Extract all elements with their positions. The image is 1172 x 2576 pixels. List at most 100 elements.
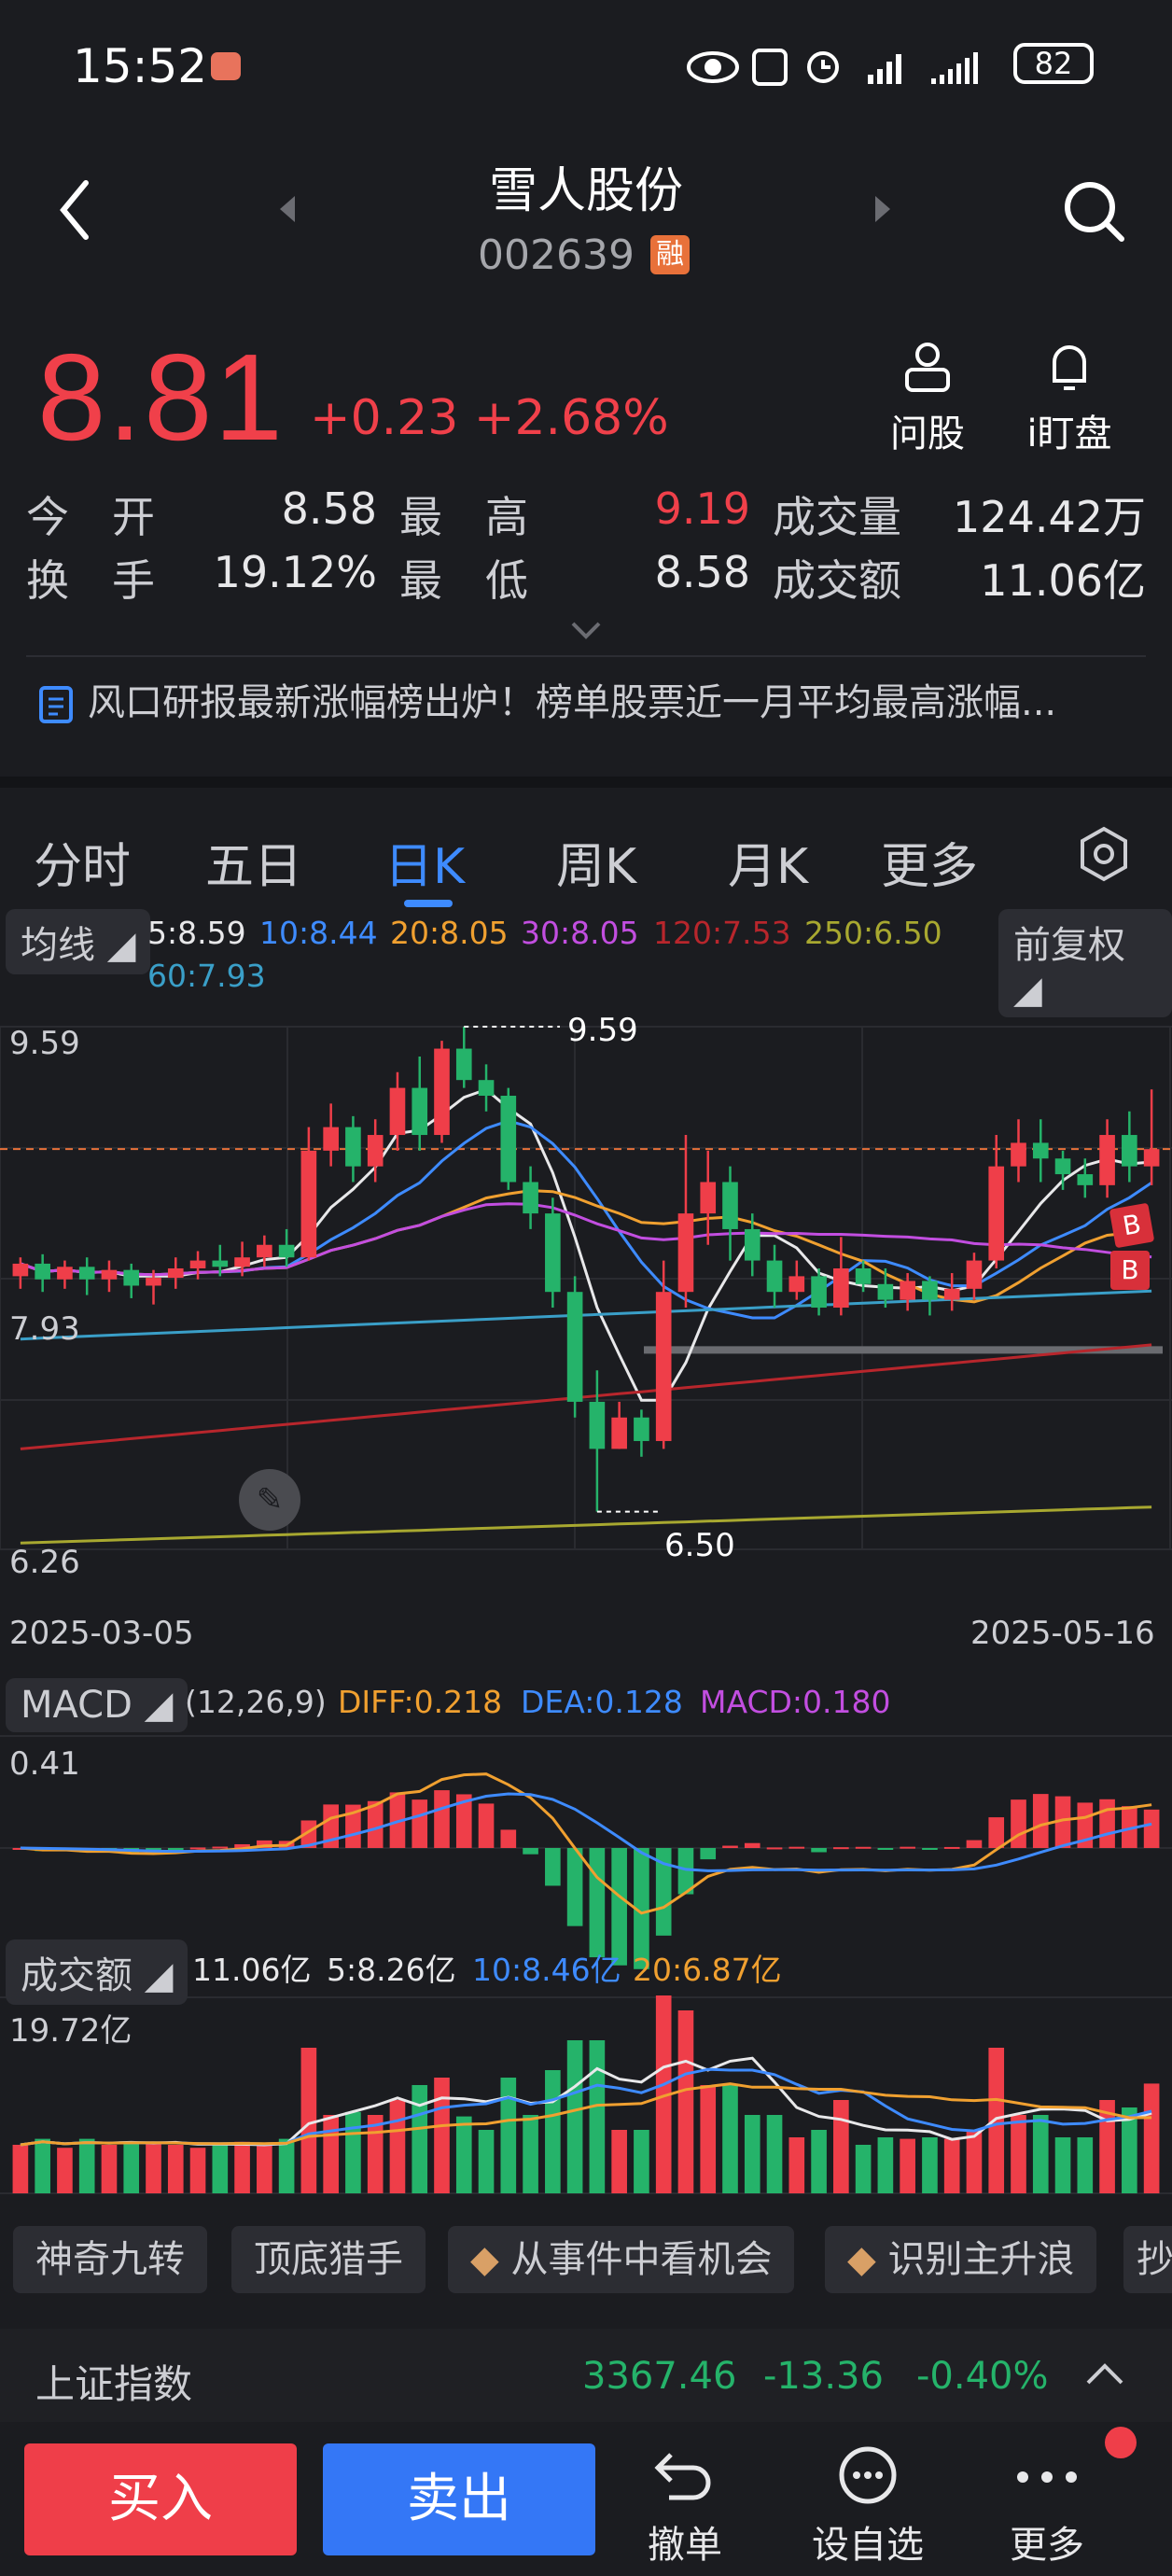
chat-icon <box>839 2446 897 2504</box>
volume-bar <box>189 2148 206 2193</box>
candle <box>12 1263 29 1277</box>
ask-stock-button[interactable]: 问股 <box>872 338 984 457</box>
candle <box>278 1244 295 1258</box>
tab-more[interactable]: 更多 <box>881 827 978 897</box>
candle <box>167 1267 184 1279</box>
candle <box>722 1182 738 1229</box>
bottom-bar: 买入 卖出 撤单 设自选 更多 <box>0 2427 1172 2576</box>
candle <box>700 1182 717 1214</box>
volume-bar <box>700 2085 717 2193</box>
candle <box>655 1292 672 1441</box>
ma-menu[interactable]: 均线 ◢ <box>6 909 151 974</box>
candle <box>1143 1149 1160 1167</box>
candle <box>811 1276 827 1309</box>
volume-menu[interactable]: 成交额 ◢ <box>6 1939 188 2005</box>
candle <box>1032 1142 1049 1159</box>
index-change: -13.36 <box>763 2355 884 2398</box>
volume-ma20: 20:6.87亿 <box>633 1952 782 1988</box>
volume-label: 成交量 <box>773 492 901 542</box>
volume-bar <box>811 2130 827 2193</box>
ma60-value: 60:7.93 <box>147 958 266 994</box>
volume-bar <box>345 2111 361 2193</box>
macd-bar <box>744 1842 760 1848</box>
low-value: 8.58 <box>654 547 750 597</box>
volume-bar <box>455 2116 472 2193</box>
cancel-order-button[interactable]: 撤单 <box>610 2445 760 2569</box>
buy-marker[interactable]: B <box>1110 1251 1150 1290</box>
macd-bar <box>988 1817 1005 1848</box>
buy-marker[interactable]: B <box>1109 1202 1155 1249</box>
high-label: 最 高 <box>399 492 528 542</box>
index-value: 3367.46 <box>582 2355 737 2398</box>
func-top-bottom[interactable]: 顶底猎手 <box>231 2226 426 2293</box>
volume-current: 11.06亿 <box>192 1952 312 1988</box>
search-icon[interactable] <box>1062 179 1127 245</box>
candle <box>855 1267 872 1284</box>
macd-bar <box>922 1848 938 1850</box>
draw-tool-icon[interactable]: ✎ <box>239 1469 300 1531</box>
tab-five-day[interactable]: 五日 <box>205 827 302 897</box>
more-button[interactable]: 更多 <box>972 2445 1122 2569</box>
tab-daily-k[interactable]: 日K <box>384 827 465 897</box>
volume-bar <box>1011 2115 1026 2193</box>
func-main-wave[interactable]: ◆ 识别主升浪 <box>825 2226 1097 2293</box>
macd-menu[interactable]: MACD ◢ <box>6 1678 188 1732</box>
volume-bar <box>478 2130 495 2193</box>
k-ymin-label: 6.26 <box>9 1544 80 1581</box>
volume-bar <box>434 2078 450 2193</box>
volume-ma5: 5:8.26亿 <box>327 1952 456 1988</box>
func-more[interactable]: 抄 <box>1123 2226 1172 2293</box>
volume-bar <box>78 2138 95 2193</box>
candle <box>1011 1142 1026 1167</box>
candle <box>367 1135 384 1167</box>
volume-bar <box>788 2137 805 2193</box>
expand-icon[interactable] <box>567 616 605 644</box>
candle <box>1099 1135 1115 1185</box>
macd-params: (12,26,9) <box>185 1684 327 1720</box>
add-watchlist-button[interactable]: 设自选 <box>793 2445 942 2569</box>
volume-bar <box>35 2138 50 2193</box>
candle <box>988 1166 1005 1261</box>
candle <box>500 1095 517 1183</box>
chart-area[interactable]: 9.59 7.93 6.26 9.59 6.50 2025-03-05 2025… <box>0 1008 1172 2203</box>
date-start: 2025-03-05 <box>9 1615 194 1652</box>
settings-icon[interactable] <box>1073 823 1135 885</box>
macd-bar <box>523 1848 538 1855</box>
buy-button[interactable]: 买入 <box>24 2443 297 2555</box>
func-event[interactable]: ◆ 从事件中看机会 <box>448 2226 795 2293</box>
macd-bar <box>855 1846 872 1849</box>
tab-monthly-k[interactable]: 月K <box>728 827 808 897</box>
kline-chart[interactable] <box>0 1008 1172 2203</box>
tab-intraday[interactable]: 分时 <box>34 827 131 897</box>
func-nine-turn[interactable]: 神奇九转 <box>13 2226 207 2293</box>
macd-dea: DEA:0.128 <box>521 1684 683 1720</box>
candle <box>101 1269 118 1280</box>
candle <box>345 1127 361 1167</box>
watch-button[interactable]: i盯盘 <box>1013 338 1125 457</box>
ma20-value: 20:8.05 <box>390 915 509 951</box>
news-ticker[interactable]: 风口研报最新涨幅榜出炉！榜单股票近一月平均最高涨幅... <box>37 672 1056 726</box>
tab-weekly-k[interactable]: 周K <box>556 827 636 897</box>
candle <box>922 1281 938 1300</box>
volume-bar <box>412 2085 428 2193</box>
adjust-menu[interactable]: 前复权 ◢ <box>998 909 1172 1017</box>
volume-bar <box>12 2145 29 2193</box>
volume-bar <box>611 2130 627 2193</box>
ma10-value: 10:8.44 <box>259 915 378 951</box>
volume-bar <box>922 2137 938 2193</box>
candle <box>323 1127 339 1151</box>
ma120-value: 120:7.53 <box>653 915 791 951</box>
chevron-up-icon[interactable] <box>1084 2360 1125 2388</box>
bell-icon <box>1053 345 1086 390</box>
sell-button[interactable]: 卖出 <box>323 2443 595 2555</box>
candle <box>589 1401 606 1449</box>
volume-bar <box>389 2100 406 2193</box>
candle <box>434 1048 450 1136</box>
margin-badge: 融 <box>650 235 690 274</box>
stock-header: 雪人股份 002639 融 <box>0 131 1172 327</box>
volume-bar <box>900 2138 915 2193</box>
candle <box>146 1278 161 1286</box>
volume-bar <box>257 2145 272 2193</box>
candle <box>545 1213 561 1293</box>
index-bar[interactable]: 上证指数 3367.46 -13.36 -0.40% <box>0 2329 1172 2422</box>
